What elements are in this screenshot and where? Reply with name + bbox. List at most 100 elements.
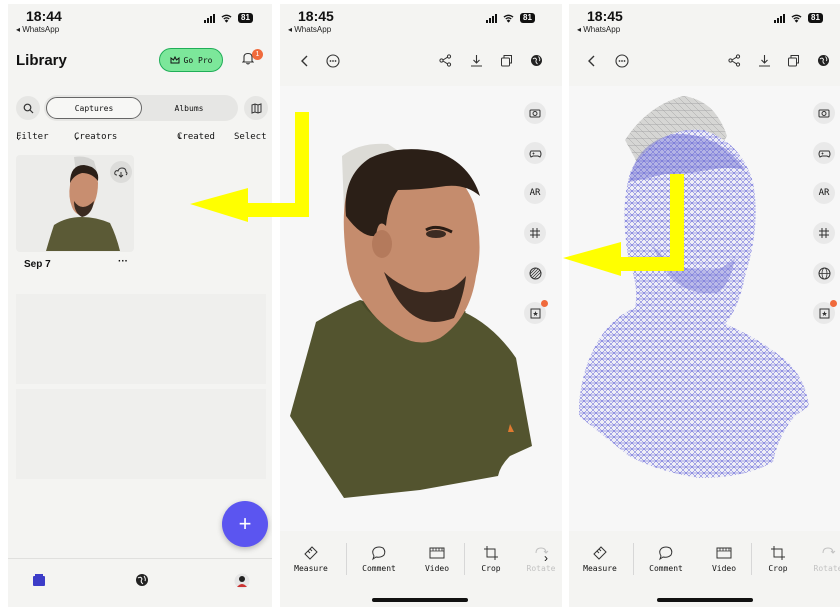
- new-capture-button[interactable]: +: [222, 501, 268, 547]
- textured-head-model: [290, 143, 532, 498]
- game-mode-button[interactable]: [524, 142, 546, 164]
- status-time: 18:44: [26, 8, 62, 24]
- back-to-app-link[interactable]: ◂ WhatsApp: [16, 25, 59, 34]
- chevron-right-icon[interactable]: ›: [544, 551, 548, 565]
- wifi-icon: [791, 14, 802, 23]
- creators-label: Creators: [74, 132, 118, 142]
- new-feature-dot: [541, 300, 548, 307]
- crop-tool[interactable]: Crop: [755, 545, 801, 573]
- grid-icon: [819, 228, 829, 238]
- game-mode-button[interactable]: [813, 142, 835, 164]
- flow-arrow-left: [190, 112, 309, 222]
- crown-icon: [170, 56, 180, 64]
- wireframe-head-model: [579, 96, 809, 478]
- go-pro-label: Go Pro: [183, 55, 213, 65]
- globe-icon[interactable]: [530, 54, 543, 67]
- screenshot-button[interactable]: [524, 102, 546, 124]
- video-icon: [429, 547, 445, 559]
- share-icon[interactable]: [728, 54, 741, 67]
- battery-indicator: 81: [238, 13, 253, 23]
- wireframe-toggle-button[interactable]: [524, 262, 546, 284]
- grid-button[interactable]: [813, 222, 835, 244]
- export-icon[interactable]: [787, 54, 800, 67]
- capture-more-button[interactable]: ···: [118, 256, 128, 267]
- ar-box-icon: [819, 308, 829, 318]
- download-icon[interactable]: [758, 54, 771, 67]
- toolbar-divider: [633, 543, 634, 575]
- crop-label: Crop: [768, 564, 788, 573]
- model-viewport[interactable]: AR: [280, 86, 562, 531]
- status-bar: 18:44 ◂ WhatsApp 81: [8, 4, 272, 38]
- comment-label: Comment: [362, 564, 396, 573]
- measure-label: Measure: [583, 564, 617, 573]
- battery-indicator: 81: [808, 13, 823, 23]
- back-to-app-link[interactable]: ◂ WhatsApp: [577, 25, 620, 34]
- comment-icon: [659, 546, 673, 561]
- back-to-app-link[interactable]: ◂ WhatsApp: [288, 25, 331, 34]
- back-icon[interactable]: [300, 54, 310, 68]
- model-viewer-screen: 18:45 ◂ WhatsApp 81 AR Measure Comment V…: [280, 4, 562, 607]
- camera-icon: [529, 109, 541, 118]
- library-icon[interactable]: [32, 573, 46, 587]
- toolbar-divider: [464, 543, 465, 575]
- measure-label: Measure: [294, 564, 328, 573]
- ar-button[interactable]: AR: [813, 182, 835, 204]
- wireframe-viewer-screen: 18:45 ◂ WhatsApp 81 AR Measure Comment V…: [569, 4, 840, 607]
- video-icon: [716, 547, 732, 559]
- download-icon[interactable]: [470, 54, 483, 67]
- status-time: 18:45: [587, 8, 623, 24]
- status-bar: 18:45 ◂ WhatsApp 81: [569, 4, 840, 38]
- cloud-download-icon: [114, 166, 128, 178]
- rotate-label: Rotate: [526, 564, 556, 573]
- page-title: Library: [16, 52, 67, 69]
- screenshot-button[interactable]: [813, 102, 835, 124]
- notification-badge: 1: [252, 49, 263, 60]
- signal-icon: [774, 13, 785, 23]
- export-icon[interactable]: [500, 54, 513, 67]
- more-icon[interactable]: [615, 54, 629, 68]
- rotate-icon: [822, 547, 836, 554]
- go-pro-button[interactable]: Go Pro: [159, 48, 223, 72]
- grid-button[interactable]: [524, 222, 546, 244]
- more-icon[interactable]: [326, 54, 340, 68]
- placeholder-row: [16, 294, 266, 384]
- chevron-down-icon: ⌄: [16, 132, 22, 142]
- measure-tool[interactable]: Measure: [288, 545, 334, 573]
- back-icon[interactable]: [587, 54, 597, 68]
- ruler-icon: [304, 546, 318, 560]
- rotate-tool[interactable]: Rotate: [518, 545, 562, 573]
- rotate-tool[interactable]: Rotate: [805, 545, 840, 573]
- comment-label: Comment: [649, 564, 683, 573]
- comment-tool[interactable]: Comment: [643, 545, 689, 573]
- ar-button[interactable]: AR: [524, 182, 546, 204]
- new-feature-dot: [830, 300, 837, 307]
- status-bar: 18:45 ◂ WhatsApp 81: [280, 4, 562, 38]
- grid-icon: [530, 228, 540, 238]
- signal-icon: [486, 13, 497, 23]
- share-icon[interactable]: [439, 54, 452, 67]
- status-indicators: 81: [486, 13, 535, 23]
- chevron-down-icon: ⌄: [74, 132, 80, 142]
- crop-icon: [771, 546, 785, 560]
- textured-toggle-button[interactable]: [813, 262, 835, 284]
- home-indicator: [372, 598, 468, 602]
- video-tool[interactable]: Video: [701, 545, 747, 573]
- flow-arrow-right: [563, 174, 684, 276]
- globe-icon[interactable]: [135, 573, 149, 587]
- capture-date: Sep 7: [24, 259, 51, 270]
- search-button[interactable]: [16, 96, 40, 120]
- ruler-icon: [593, 546, 607, 560]
- status-indicators: 81: [774, 13, 823, 23]
- model-viewport[interactable]: AR: [569, 86, 840, 531]
- segment-captures[interactable]: Captures: [46, 97, 142, 119]
- search-icon: [23, 103, 33, 113]
- video-tool[interactable]: Video: [414, 545, 460, 573]
- globe-icon[interactable]: [817, 54, 830, 67]
- profile-icon[interactable]: [234, 573, 250, 589]
- status-indicators: 81: [204, 13, 253, 23]
- status-time: 18:45: [298, 8, 334, 24]
- comment-tool[interactable]: Comment: [356, 545, 402, 573]
- cloud-download-button[interactable]: [110, 161, 132, 183]
- crop-tool[interactable]: Crop: [468, 545, 514, 573]
- measure-tool[interactable]: Measure: [577, 545, 623, 573]
